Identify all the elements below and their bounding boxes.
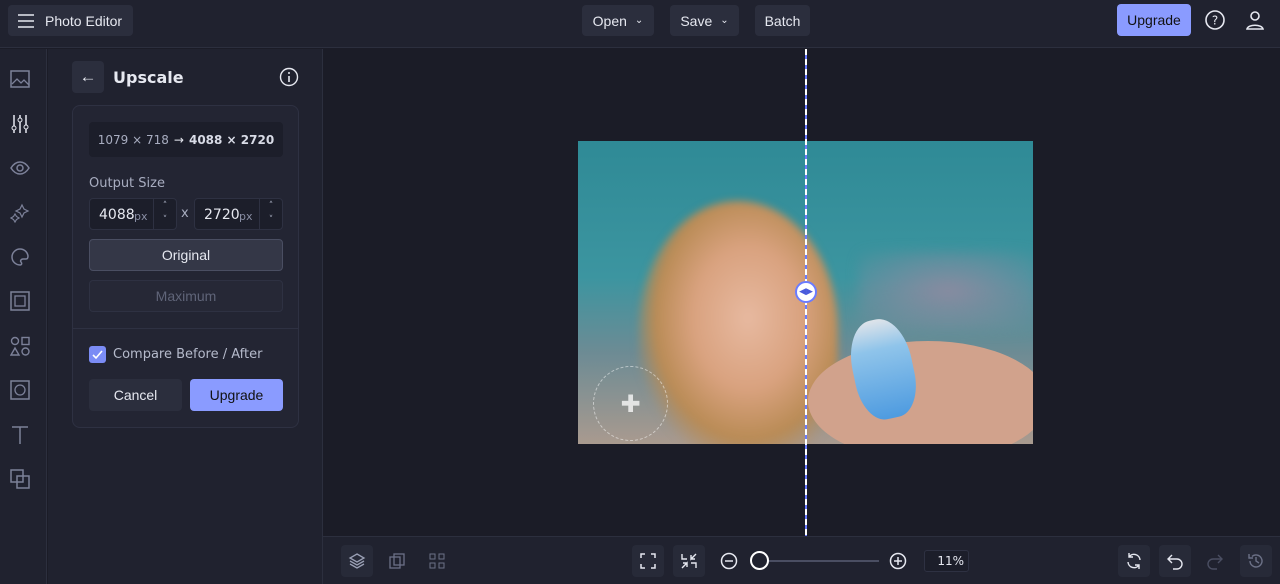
width-unit: px — [134, 210, 148, 223]
image-icon[interactable] — [10, 69, 30, 89]
dimensions-summary: 1079 × 718 → 4088 × 2720 — [89, 122, 283, 157]
shapes-icon[interactable] — [10, 336, 30, 356]
dims-to: 4088 × 2720 — [188, 132, 275, 147]
width-input[interactable]: 4088 px ˄ ˅ — [89, 198, 177, 230]
layers-icon[interactable] — [341, 545, 373, 577]
arrow-right-icon: → — [173, 132, 184, 147]
dims-from: 1079 × 718 — [97, 132, 169, 147]
back-button[interactable]: ← — [72, 61, 104, 93]
upscale-panel: ← Upscale 1079 × 718 → 4088 × 2720 Output … — [48, 49, 323, 584]
output-size-label: Output Size — [89, 176, 165, 191]
overlay-icon[interactable] — [10, 469, 30, 489]
help-icon[interactable]: ? — [1204, 9, 1226, 31]
top-bar: Photo Editor Open ⌄ Save ⌄ Batch Upgrade ? — [0, 0, 1280, 48]
refresh-icon[interactable] — [1118, 545, 1150, 577]
history-icon[interactable] — [1240, 545, 1272, 577]
sliders-icon[interactable] — [10, 114, 30, 134]
arrow-left-icon: ← — [79, 67, 97, 86]
app-title: Photo Editor — [45, 12, 123, 29]
maximum-button[interactable]: Maximum — [89, 280, 283, 312]
divider — [73, 328, 298, 329]
redo-icon[interactable] — [1199, 545, 1231, 577]
bottom-bar: 11% — [323, 536, 1280, 584]
chevron-down-icon: ⌄ — [634, 15, 644, 26]
times-label: x — [181, 206, 189, 221]
grid-icon[interactable] — [421, 545, 453, 577]
compare-view-icon[interactable] — [381, 545, 413, 577]
save-button[interactable]: Save ⌄ — [670, 5, 739, 36]
watermark-badge: ✚ — [593, 366, 668, 441]
text-icon[interactable] — [10, 425, 30, 445]
palette-icon[interactable] — [10, 247, 30, 267]
open-button[interactable]: Open ⌄ — [582, 5, 654, 36]
height-value: 2720 — [204, 207, 240, 223]
zoom-in-icon[interactable] — [889, 552, 907, 570]
svg-text:?: ? — [1212, 14, 1218, 28]
batch-button[interactable]: Batch — [755, 5, 810, 36]
upgrade-button[interactable]: Upgrade — [1117, 4, 1191, 36]
upgrade-panel-button[interactable]: Upgrade — [190, 379, 283, 411]
fit-screen-icon[interactable] — [632, 545, 664, 577]
zoom-out-icon[interactable] — [720, 552, 738, 570]
height-input[interactable]: 2720 px ˄ ˅ — [194, 198, 283, 230]
user-icon[interactable] — [1244, 9, 1266, 31]
save-label: Save — [680, 12, 713, 29]
panel-title: Upscale — [113, 68, 184, 87]
compare-handle-icon[interactable]: ◀▶ — [795, 281, 817, 303]
cancel-button[interactable]: Cancel — [89, 379, 182, 411]
height-unit: px — [239, 210, 253, 223]
sparkles-icon[interactable] — [10, 203, 30, 223]
upscale-card: 1079 × 718 → 4088 × 2720 Output Size 4088 p… — [72, 105, 299, 428]
eye-icon[interactable] — [10, 158, 30, 178]
hamburger-icon — [18, 13, 34, 28]
height-stepper[interactable]: ˄ ˅ — [259, 199, 282, 229]
actual-size-icon[interactable] — [673, 545, 705, 577]
original-button[interactable]: Original — [89, 239, 283, 271]
zoom-slider[interactable] — [759, 560, 879, 562]
compare-checkbox[interactable] — [89, 346, 106, 363]
zoom-level[interactable]: 11% — [924, 550, 969, 572]
menu-button[interactable]: Photo Editor — [8, 5, 133, 36]
undo-icon[interactable] — [1159, 545, 1191, 577]
zoom-slider-handle[interactable] — [750, 551, 769, 570]
width-stepper[interactable]: ˄ ˅ — [153, 199, 176, 229]
info-icon[interactable] — [279, 67, 299, 87]
width-value: 4088 — [99, 207, 135, 223]
texture-icon[interactable] — [10, 380, 30, 400]
canvas-area[interactable]: ✚ ◀▶ — [323, 49, 1280, 536]
compare-label: Compare Before / After — [113, 347, 263, 362]
open-label: Open — [592, 12, 627, 29]
tool-rail — [0, 49, 47, 584]
frame-icon[interactable] — [10, 291, 30, 311]
check-icon — [92, 350, 103, 360]
chevron-down-icon: ⌄ — [720, 15, 729, 26]
